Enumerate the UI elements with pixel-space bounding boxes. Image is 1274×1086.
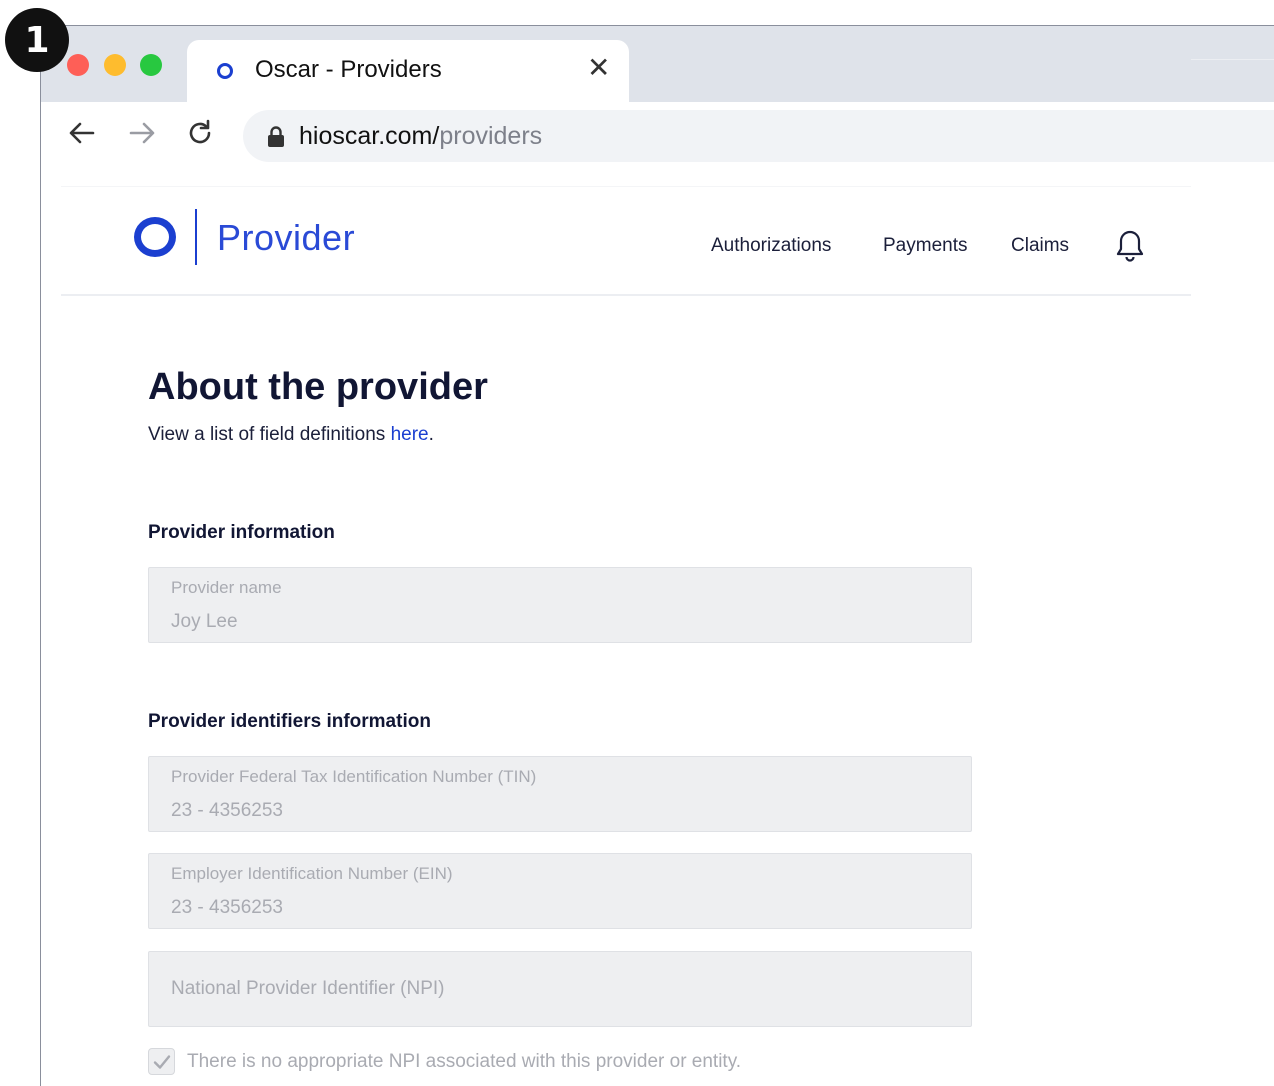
- provider-page: Provider Authorizations Payments Claims …: [61, 186, 1191, 1086]
- browser-window: Oscar - Providers ✕ hioscar.com/provider…: [40, 25, 1274, 1086]
- section-title-identifiers: Provider identifiers information: [148, 711, 431, 732]
- tab-strip: Oscar - Providers ✕: [41, 26, 1274, 102]
- forward-arrow-icon[interactable]: [125, 116, 159, 150]
- maximize-window-button[interactable]: [140, 54, 162, 76]
- npi-field[interactable]: National Provider Identifier (NPI): [148, 951, 972, 1027]
- checkmark-icon: [153, 1054, 170, 1069]
- url-path: providers: [439, 122, 543, 150]
- subtitle-text: View a list of field definitions: [148, 424, 391, 445]
- field-label: Provider Federal Tax Identification Numb…: [171, 767, 537, 786]
- page-title: About the provider: [148, 366, 488, 408]
- no-npi-checkbox-label[interactable]: There is no appropriate NPI associated w…: [187, 1051, 741, 1073]
- notification-bell-icon[interactable]: [1114, 229, 1146, 268]
- field-value: 23 - 4356253: [171, 800, 283, 821]
- tab-title: Oscar - Providers: [255, 56, 442, 83]
- header-divider-extension: [1191, 59, 1274, 60]
- lock-icon: [267, 126, 285, 153]
- logo-divider: [195, 209, 197, 265]
- nav-authorizations[interactable]: Authorizations: [711, 235, 831, 257]
- field-definitions-link[interactable]: here: [391, 424, 429, 445]
- reload-icon[interactable]: [183, 116, 217, 150]
- section-title-provider-info: Provider information: [148, 522, 335, 543]
- field-value: 23 - 4356253: [171, 897, 283, 918]
- oscar-favicon-icon: [217, 63, 233, 79]
- minimize-window-button[interactable]: [104, 54, 126, 76]
- oscar-logo-icon[interactable]: [134, 217, 176, 257]
- url-host: hioscar.com/: [299, 122, 440, 150]
- no-npi-checkbox[interactable]: [148, 1048, 175, 1075]
- step-number-badge: 1: [5, 8, 69, 72]
- browser-tab-active[interactable]: Oscar - Providers ✕: [187, 40, 629, 102]
- close-window-button[interactable]: [67, 54, 89, 76]
- field-label: Provider name: [171, 578, 282, 597]
- nav-claims[interactable]: Claims: [1011, 235, 1069, 257]
- browser-toolbar: hioscar.com/providers: [41, 102, 1274, 172]
- nav-payments[interactable]: Payments: [883, 235, 967, 257]
- url-text: hioscar.com/providers: [299, 122, 542, 151]
- provider-name-field[interactable]: Provider name Joy Lee: [148, 567, 972, 643]
- address-bar[interactable]: hioscar.com/providers: [243, 110, 1274, 162]
- no-npi-checkbox-row: There is no appropriate NPI associated w…: [148, 1048, 741, 1075]
- page-subtitle: View a list of field definitions here.: [148, 424, 434, 446]
- field-placeholder: National Provider Identifier (NPI): [171, 978, 445, 999]
- site-header: Provider Authorizations Payments Claims: [61, 186, 1191, 296]
- ein-field[interactable]: Employer Identification Number (EIN) 23 …: [148, 853, 972, 929]
- logo-text[interactable]: Provider: [217, 217, 355, 259]
- back-arrow-icon[interactable]: [65, 116, 99, 150]
- field-label: Employer Identification Number (EIN): [171, 864, 453, 883]
- tin-field[interactable]: Provider Federal Tax Identification Numb…: [148, 756, 972, 832]
- subtitle-suffix: .: [428, 424, 434, 445]
- tab-close-icon[interactable]: ✕: [587, 54, 610, 82]
- field-value: Joy Lee: [171, 611, 238, 632]
